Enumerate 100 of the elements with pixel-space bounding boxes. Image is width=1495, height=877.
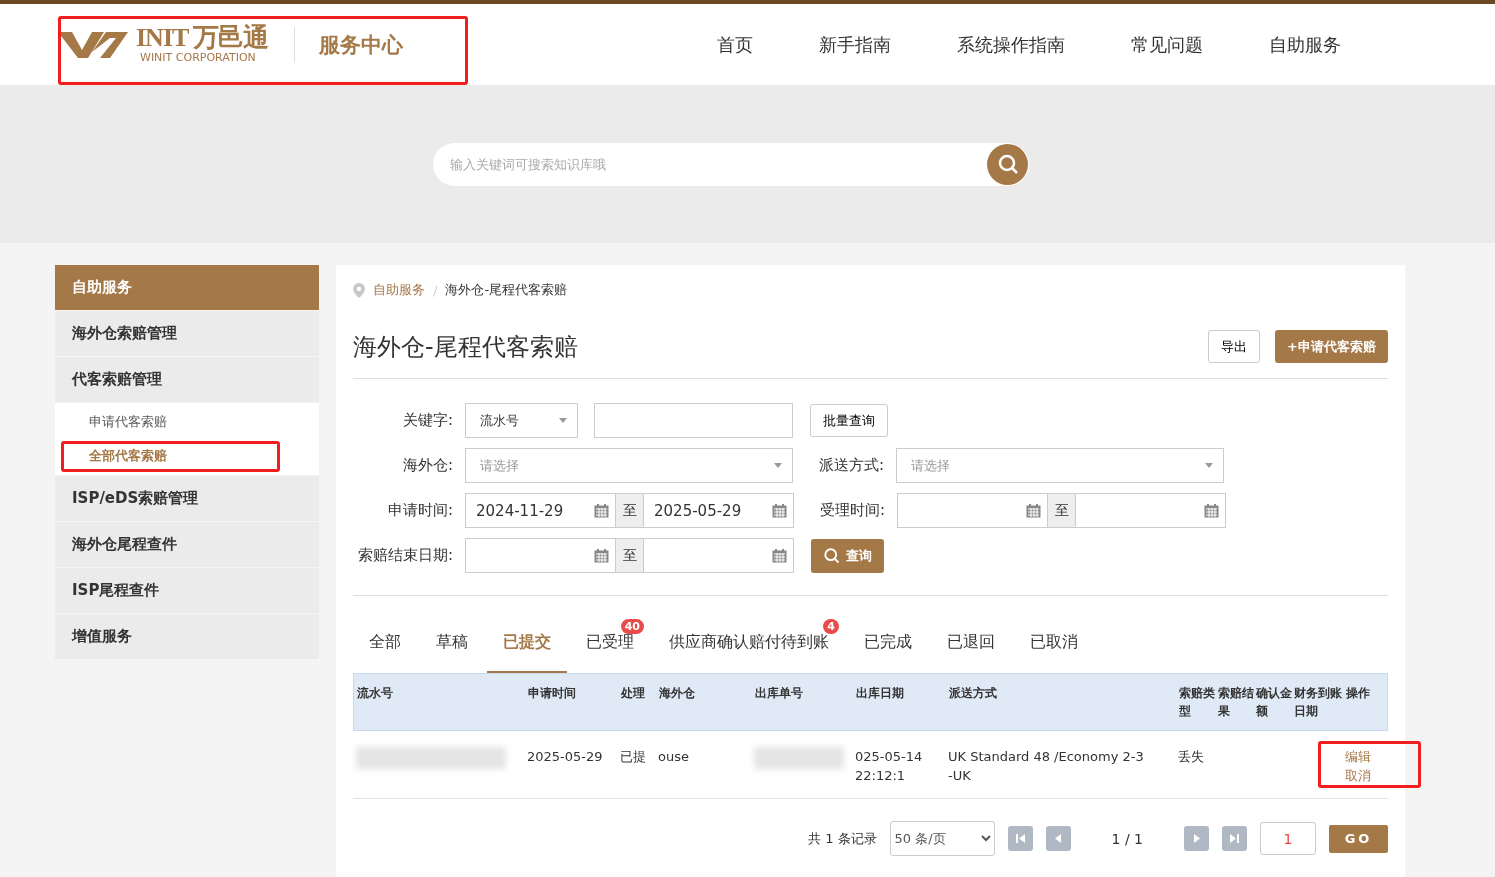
caret-icon [559,418,567,423]
table-cell-text: -UK [948,767,972,785]
column-header: 申请时间 [528,685,577,702]
sidebar-subitem[interactable]: 申请代客索赔 [55,405,319,439]
table-cell-text: 已提 [620,748,647,766]
page-number-field[interactable]: 1 [1260,822,1316,855]
previous-page-button[interactable] [1045,826,1071,851]
nav-link[interactable]: 自助服务 [1269,32,1341,57]
column-header: 海外仓 [659,685,696,702]
sidebar-item[interactable]: 海外仓尾程查件 [55,522,319,567]
search-icon [996,153,1019,175]
last-page-button[interactable] [1222,826,1247,851]
count-badge: 4 [823,619,839,634]
breadcrumb-separator: / [433,282,438,298]
column-header: 操作 [1346,685,1371,702]
location-pin-icon [353,282,365,298]
column-header: 财务到账日期 [1294,685,1343,720]
page-size-select[interactable]: 50 条/页 [889,821,995,856]
breadcrumb-link[interactable]: 自助服务 [373,281,425,299]
calendar-icon[interactable] [772,503,787,518]
search-input[interactable]: 输入关键词可搜索知识库哦 [448,155,987,173]
logo-icon [58,29,130,60]
field-label: 索赔结束日期: [356,546,454,565]
column-header: 索赔结果 [1218,685,1255,720]
search-bar[interactable]: 输入关键词可搜索知识库哦 [433,142,1029,186]
column-header: 出库单号 [755,685,804,702]
search-button[interactable] [987,143,1028,185]
table-cell-text: ouse [658,748,690,766]
keyword-type-select[interactable]: 流水号 [465,403,578,438]
caret-icon [774,463,782,468]
page-title: 海外仓-尾程代客索赔 [353,331,578,363]
table-cell-text: 丢失 [1178,748,1205,766]
date-field[interactable] [897,493,1048,528]
total-records: 共 1 条记录 [808,829,877,848]
nav-link[interactable]: 首页 [717,32,753,57]
calendar-icon[interactable] [594,503,609,518]
field-label: 海外仓: [401,456,454,475]
sidebar-item[interactable]: 海外仓索赔管理 [55,311,319,356]
row-action-link[interactable]: 取消 [1345,766,1388,785]
date-field[interactable] [465,538,616,573]
logo-text: INIT 万邑通 [136,25,269,51]
field-label: 关键字: [401,411,454,430]
status-tab[interactable]: 草稿 [420,632,484,673]
status-tab[interactable]: 供应商确认赔付待到账 [653,632,845,673]
row-action-link[interactable]: 编辑 [1345,747,1388,766]
count-badge: 40 [620,619,644,634]
page-indicator: 1 / 1 [1111,830,1143,847]
column-header: 处理 [621,685,646,702]
first-page-button[interactable] [1007,826,1033,851]
sidebar-item[interactable]: 代客索赔管理 [55,357,319,402]
query-button[interactable]: 查询 [811,538,884,573]
calendar-icon[interactable] [1204,503,1219,518]
breadcrumb-link[interactable]: 海外仓-尾程代客索赔 [445,281,568,299]
nav-link[interactable]: 常见问题 [1131,32,1203,57]
status-tab[interactable]: 已受理 [570,632,650,673]
next-page-button[interactable] [1184,826,1209,851]
sidebar-subitem[interactable]: 全部代客索赔 [55,439,319,473]
status-tab[interactable]: 已退回 [931,632,1011,673]
calendar-icon[interactable] [772,548,787,563]
range-separator: 至 [616,538,643,573]
batch-query-button[interactable]: 批量查询 [810,404,888,437]
range-separator: 至 [616,493,643,528]
left-triangle-icon [1052,833,1064,844]
date-field[interactable]: 2024-11-29 [465,493,616,528]
table-cell-text: UK Standard 48 /Economy 2-3 [948,748,1145,766]
site-title: 服务中心 [319,31,404,59]
column-header: 派送方式 [949,685,998,702]
apply-claim-button[interactable]: +申请代客索赔 [1275,330,1388,363]
last-page-icon [1229,833,1240,844]
nav-link[interactable]: 系统操作指南 [957,32,1065,57]
sidebar-title: 自助服务 [55,265,319,310]
sidebar-item[interactable]: ISP尾程查件 [55,568,319,613]
sidebar-item[interactable]: 增值服务 [55,614,319,659]
keyword-input[interactable] [594,403,793,438]
field-label: 申请时间: [386,501,454,520]
status-tab[interactable]: 全部 [353,632,417,673]
sidebar-item[interactable]: ISP/eDS索赔管理 [55,476,319,521]
column-header: 流水号 [357,685,394,702]
right-triangle-icon [1191,833,1202,844]
logo-subtitle: WINIT CORPORATION [140,51,257,64]
go-button[interactable]: GO [1329,824,1388,853]
calendar-icon[interactable] [594,548,609,563]
date-field[interactable]: 2025-05-29 [643,493,794,528]
column-header: 确认金额 [1256,685,1293,720]
status-tab[interactable]: 已完成 [848,632,928,673]
first-page-icon [1014,833,1026,844]
date-field[interactable] [1075,493,1226,528]
table-cell-text: 2025-05-29 [527,748,604,766]
export-button[interactable]: 导出 [1208,330,1261,363]
field-label: 受理时间: [818,501,886,520]
status-tab[interactable]: 已取消 [1014,632,1094,673]
range-separator: 至 [1048,493,1075,528]
caret-icon [1205,463,1213,468]
calendar-icon[interactable] [1026,503,1041,518]
date-field[interactable] [643,538,794,573]
table-cell-text: 025-05-14 [855,748,924,766]
table-cell-text: 22:12:1 [855,767,907,785]
search-icon [823,547,840,564]
field-label: 派送方式: [817,456,885,475]
nav-link[interactable]: 新手指南 [819,32,891,57]
